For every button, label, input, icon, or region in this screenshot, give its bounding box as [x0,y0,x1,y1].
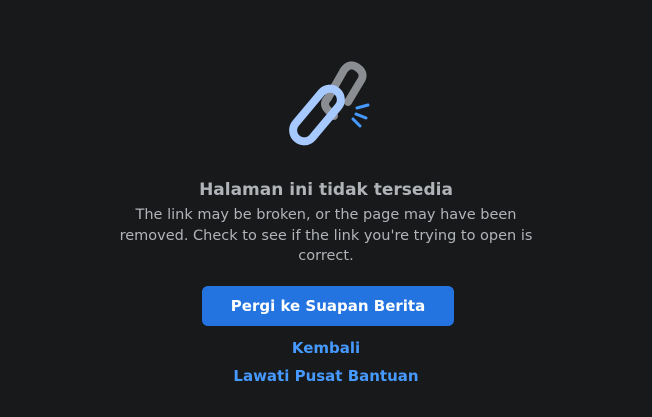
error-description: The link may be broken, or the page may … [119,207,533,264]
help-center-link-row: Lawati Pusat Bantuan [0,366,652,386]
back-link-row: Kembali [0,338,652,358]
go-to-news-feed-button[interactable]: Pergi ke Suapan Berita [202,286,454,326]
unavailable-page: Halaman ini tidak tersedia The link may … [0,0,652,417]
back-link[interactable]: Kembali [292,339,360,357]
page-title: Halaman ini tidak tersedia [199,180,453,200]
help-center-link[interactable]: Lawati Pusat Bantuan [233,367,418,385]
broken-link-icon [276,58,376,158]
